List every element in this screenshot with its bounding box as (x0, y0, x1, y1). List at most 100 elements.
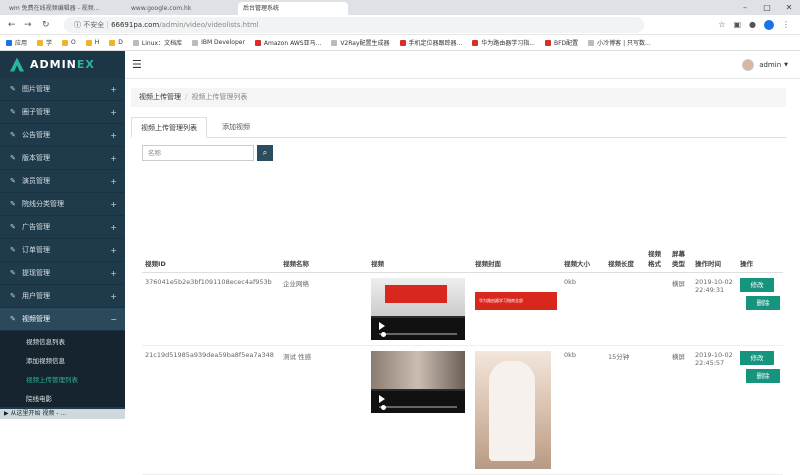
edit-icon: ✎ (10, 154, 16, 162)
brand-logo[interactable]: ADMIN EX (0, 51, 125, 78)
extension-icon[interactable]: ▣ (733, 18, 741, 32)
sidebar-subitem[interactable]: 视频信息列表 (0, 331, 125, 350)
browser-tab[interactable]: www.google.com.hk (126, 2, 236, 15)
sidebar-item-label: 视频管理 (22, 315, 50, 323)
sidebar-item-label: 用户管理 (22, 292, 50, 300)
breadcrumb-root[interactable]: 视频上传管理 (139, 93, 181, 101)
bookmark-item[interactable]: BFD配置 (544, 38, 578, 47)
sidebar-item[interactable]: ✎ 提现管理 + (0, 262, 125, 285)
maximize-icon[interactable]: □ (756, 0, 778, 15)
back-icon[interactable]: ← (8, 18, 16, 32)
progress-bar[interactable] (379, 332, 457, 335)
window-controls: – □ ✕ (734, 0, 800, 15)
sidebar-item-label: 订单管理 (22, 246, 50, 254)
delete-button[interactable]: 删除 (746, 368, 780, 383)
bookmark-icon (6, 39, 12, 46)
bookmark-item[interactable]: 学 (37, 38, 52, 47)
bookmark-item[interactable]: IBM Developer (192, 39, 245, 46)
bookmarks-bar: 应用 学 O H D Linux：文档库 IBM Developer Amazon AWS亚马… (0, 35, 800, 51)
browser-tab[interactable]: wm 免费在线视频编辑器 - 视频... (4, 2, 124, 15)
star-icon[interactable]: ☆ (718, 18, 725, 32)
edit-button[interactable]: 修改 (740, 277, 774, 292)
url-path: /admin/video/videolists.html (159, 21, 259, 29)
bookmark-item[interactable]: 小冷博客 | 只写数... (588, 38, 651, 47)
progress-knob[interactable] (381, 331, 386, 337)
bookmark-icon (62, 39, 69, 46)
menu-icon[interactable]: ⋮ (782, 18, 790, 32)
sidebar-item-video[interactable]: ✎ 视频管理 − (0, 308, 125, 331)
play-icon[interactable] (379, 394, 385, 403)
play-icon[interactable] (379, 321, 385, 330)
column-header: 操作时间 (692, 221, 737, 273)
sidebar-subitem[interactable]: 添加视频信息 (0, 350, 125, 369)
search-button[interactable]: ⌕ (257, 145, 273, 161)
plus-icon: + (110, 245, 117, 255)
video-player[interactable] (371, 277, 465, 340)
edit-button[interactable]: 修改 (740, 350, 774, 365)
video-table: 视频ID 视频名称 视频 视频封面 视频大小 视频长度 视频格式 屏幕类型 操作… (142, 221, 783, 475)
bookmark-item[interactable]: Amazon AWS亚马... (254, 38, 321, 47)
plus-icon: + (110, 222, 117, 232)
search-input[interactable]: 名称 (142, 145, 254, 161)
bookmark-label: 应用 (15, 40, 28, 47)
table-header-row: 视频ID 视频名称 视频 视频封面 视频大小 视频长度 视频格式 屏幕类型 操作… (142, 221, 783, 273)
plus-icon: + (110, 291, 117, 301)
bookmark-label: 华为路由器学习指... (481, 40, 535, 47)
reload-icon[interactable]: ↻ (42, 18, 50, 32)
sidebar-item[interactable]: ✎ 版本管理 + (0, 147, 125, 170)
bookmark-label: H (94, 39, 100, 46)
plus-icon: + (110, 176, 117, 186)
bookmark-item[interactable]: 手机定位器跟踪器... (399, 38, 462, 47)
bookmark-icon (544, 39, 551, 46)
video-cover: 华为路由器学习指南全部 (475, 291, 557, 310)
column-header: 视频格式 (645, 221, 669, 273)
sidebar-item[interactable]: ✎ 院线分类管理 + (0, 193, 125, 216)
delete-button[interactable]: 删除 (746, 295, 780, 310)
bookmark-item[interactable]: D (109, 39, 123, 46)
sidebar-subitem[interactable]: 视频上传管理列表 (0, 369, 125, 388)
bookmark-label: 小冷博客 | 只写数... (597, 40, 651, 47)
bookmark-item[interactable]: 应用 (6, 38, 27, 47)
sidebar-item-label: 版本管理 (22, 154, 50, 162)
sidebar-item[interactable]: ✎ 用户管理 + (0, 285, 125, 308)
sidebar-item[interactable]: ✎ 演员管理 + (0, 170, 125, 193)
bookmark-item[interactable]: O (62, 39, 76, 46)
taskbar[interactable]: ▶ 从这里开始 视频 - ... (0, 409, 125, 419)
sidebar-item[interactable]: ✎ 广告管理 + (0, 216, 125, 239)
column-header: 视频ID (142, 221, 280, 273)
column-header: 视频长度 (605, 221, 645, 273)
bookmark-label: D (118, 39, 123, 46)
bookmark-item[interactable]: V2Ray配置生成器 (331, 38, 390, 47)
video-size: 0kb (561, 272, 605, 346)
edit-icon: ✎ (10, 246, 16, 254)
video-name: 测试 性感 (280, 345, 368, 475)
sidebar-item-label: 公告管理 (22, 131, 50, 139)
video-player[interactable] (371, 350, 465, 413)
bookmark-item[interactable]: 华为路由器学习指... (472, 38, 535, 47)
sidebar-item-label: 院线分类管理 (22, 200, 64, 208)
sidebar-item[interactable]: ✎ 公告管理 + (0, 124, 125, 147)
plus-icon: + (110, 199, 117, 209)
progress-bar[interactable] (379, 405, 457, 408)
profile-icon[interactable] (764, 20, 774, 30)
pin-icon[interactable]: ● (749, 18, 756, 32)
sidebar-item[interactable]: ✎ 图片管理 + (0, 78, 125, 101)
sidebar-item[interactable]: ✎ 订单管理 + (0, 239, 125, 262)
forward-icon[interactable]: → (24, 18, 32, 32)
progress-knob[interactable] (381, 404, 386, 410)
minimize-icon[interactable]: – (734, 0, 756, 15)
bookmark-item[interactable]: H (85, 39, 100, 46)
user-menu[interactable]: admin ▼ (742, 59, 788, 71)
tab-add-video[interactable]: 添加视频 (213, 117, 259, 138)
hamburger-icon[interactable]: ☰ (132, 58, 142, 71)
sidebar: ADMIN EX ✎ 图片管理 + ✎ 圈子管理 + ✎ 公告管理 + ✎ 版本管理 + ✎ 演员管理 + ✎ 院… (0, 51, 125, 419)
tab-upload-list[interactable]: 视频上传管理列表 (131, 117, 207, 138)
table-row: 376041e5b2e3bf1091108ecec4af953b 企业网络 华为… (142, 272, 783, 346)
url-field[interactable]: ⓘ 不安全 | 66691pa.com/admin/video/videolis… (64, 17, 644, 33)
close-icon[interactable]: ✕ (778, 0, 800, 15)
sidebar-subitem[interactable]: 院线电影 (0, 388, 125, 407)
video-id: 21c19d51985a939dea59ba8f5ea7a348 (142, 345, 280, 475)
browser-tab-active[interactable]: 后台管理系统 (238, 2, 348, 15)
bookmark-item[interactable]: Linux：文档库 (132, 38, 182, 47)
sidebar-item[interactable]: ✎ 圈子管理 + (0, 101, 125, 124)
